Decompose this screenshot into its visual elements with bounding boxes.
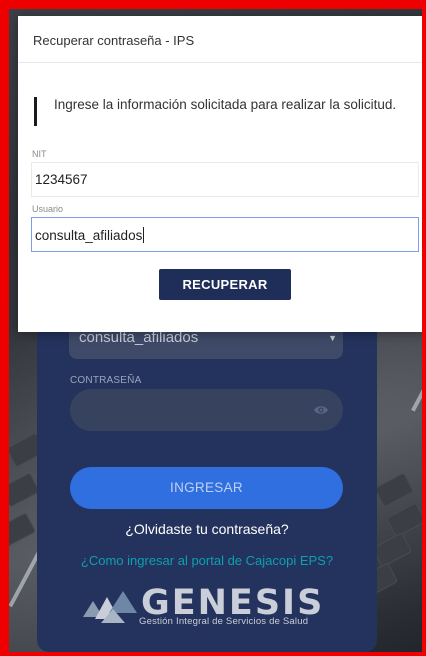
usuario-value: consulta_afiliados <box>35 228 143 243</box>
keyboard-key <box>371 532 413 568</box>
background-stripe <box>411 330 426 412</box>
instruction-text: Ingrese la información solicitada para r… <box>54 97 397 112</box>
eye-icon[interactable] <box>313 402 329 418</box>
modal-header: Recuperar contraseña - IPS <box>18 16 426 63</box>
recuperar-button[interactable]: RECUPERAR <box>159 269 291 300</box>
keyboard-key <box>385 502 426 538</box>
genesis-logo-icon <box>83 591 137 623</box>
modal-title: Recuperar contraseña - IPS <box>33 33 195 48</box>
keyboard-key <box>373 472 415 508</box>
logo-subtitle: Gestión Integral de Servicios de Salud <box>139 616 309 627</box>
genesis-logo: GENESIS Gestión Integral de Servicios de… <box>79 583 349 629</box>
keyboard-key <box>9 512 37 548</box>
usuario-label: Usuario <box>32 204 64 214</box>
keyboard-key <box>9 472 41 508</box>
usuario-field[interactable]: consulta_afiliados <box>31 217 419 252</box>
instruction-accent-bar <box>34 97 37 126</box>
recover-password-modal: Recuperar contraseña - IPS Ingrese la in… <box>18 16 426 332</box>
text-cursor <box>143 227 145 243</box>
nit-label: NIT <box>32 149 47 159</box>
password-label: CONTRASEÑA <box>70 375 142 386</box>
password-input[interactable] <box>70 389 343 431</box>
ingresar-button[interactable]: INGRESAR <box>70 467 343 509</box>
forgot-password-link[interactable]: ¿Olvidaste tu contraseña? <box>37 521 377 537</box>
nit-field[interactable]: 1234567 <box>31 162 419 197</box>
caret-down-icon: ▼ <box>328 333 337 343</box>
portal-help-link[interactable]: ¿Como ingresar al portal de Cajacopi EPS… <box>37 553 377 568</box>
login-card: consulta_afiliados ▼ CONTRASEÑA INGRESAR… <box>37 300 377 652</box>
nit-value: 1234567 <box>35 172 88 187</box>
